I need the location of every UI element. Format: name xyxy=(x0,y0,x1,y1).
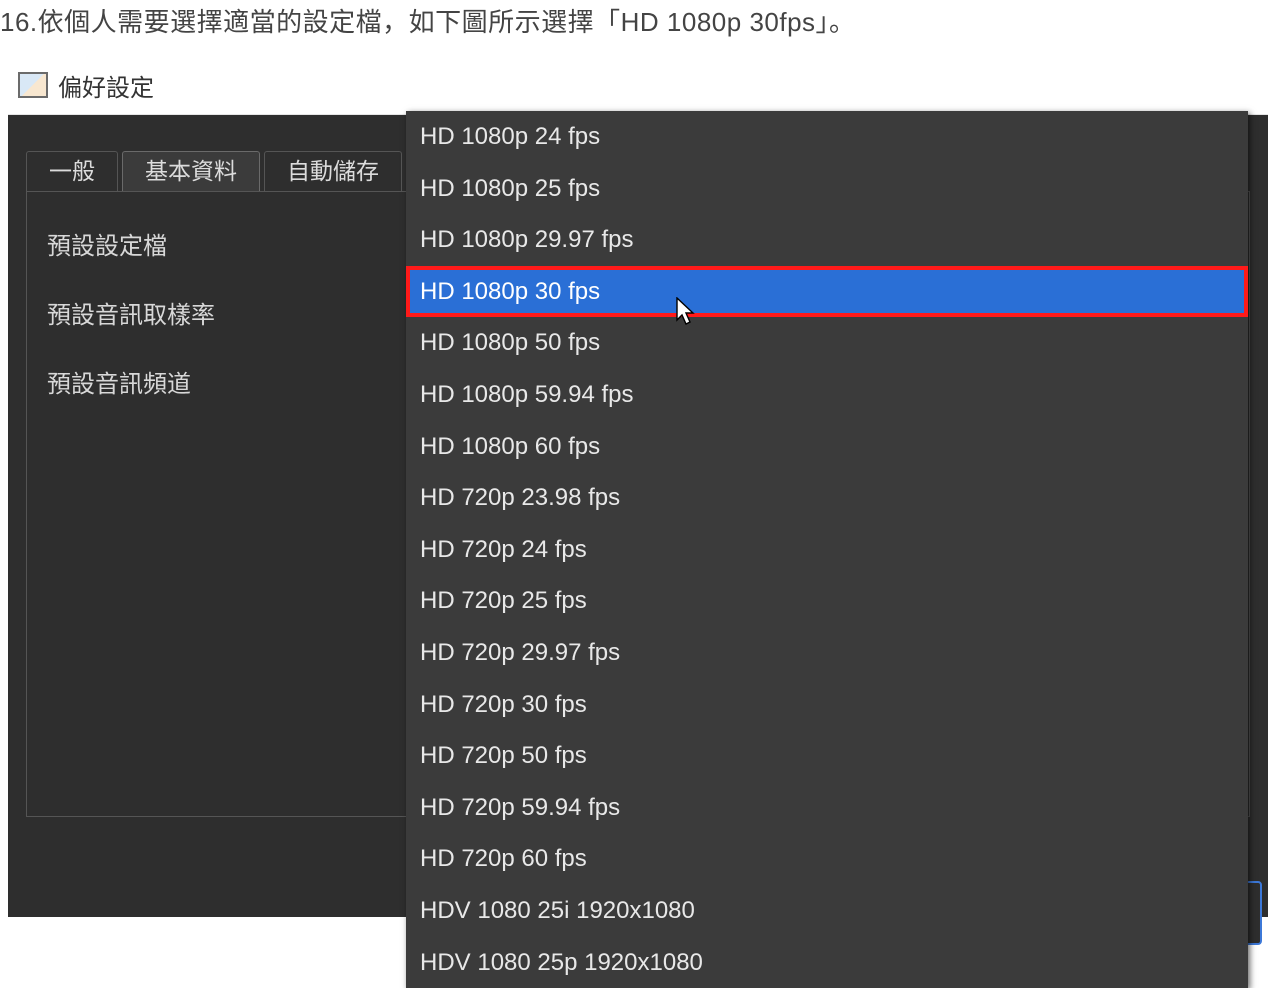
profile-option[interactable]: HD 1080p 60 fps xyxy=(406,421,1248,473)
profile-option[interactable]: HD 1080p 59.94 fps xyxy=(406,369,1248,421)
profile-option[interactable]: HD 1080p 25 fps xyxy=(406,163,1248,215)
window-body: 一般 基本資料 自動儲存 預設設定檔 預設音訊取樣率 預設音訊頻道 HD 108… xyxy=(8,115,1268,917)
profile-option[interactable]: HDV 1080 25i 1920x1080 xyxy=(406,885,1248,937)
instruction-text: 16.依個人需要選擇適當的設定檔，如下圖所示選擇「HD 1080p 30fps」… xyxy=(0,0,1274,47)
tab-general[interactable]: 一般 xyxy=(26,151,118,191)
profile-option[interactable]: HD 720p 29.97 fps xyxy=(406,627,1248,679)
profile-option[interactable]: HD 1080p 29.97 fps xyxy=(406,214,1248,266)
profile-dropdown-list[interactable]: HD 1080p 24 fpsHD 1080p 25 fpsHD 1080p 2… xyxy=(406,111,1248,988)
profile-option[interactable]: HDV 1080 25p 1920x1080 xyxy=(406,937,1248,988)
tab-basic[interactable]: 基本資料 xyxy=(122,151,260,191)
profile-option[interactable]: HD 720p 24 fps xyxy=(406,524,1248,576)
profile-option[interactable]: HD 1080p 30 fps xyxy=(406,266,1248,318)
profile-option[interactable]: HD 720p 25 fps xyxy=(406,575,1248,627)
profile-option[interactable]: HD 720p 59.94 fps xyxy=(406,782,1248,834)
titlebar: 偏好設定 xyxy=(8,56,1268,115)
profile-option[interactable]: HD 720p 50 fps xyxy=(406,730,1248,782)
profile-option[interactable]: HD 720p 23.98 fps xyxy=(406,472,1248,524)
window-title: 偏好設定 xyxy=(58,68,154,103)
profile-option[interactable]: HD 1080p 24 fps xyxy=(406,111,1248,163)
profile-option[interactable]: HD 720p 60 fps xyxy=(406,833,1248,885)
tab-autosave[interactable]: 自動儲存 xyxy=(264,151,402,191)
profile-option[interactable]: HD 1080p 50 fps xyxy=(406,317,1248,369)
app-icon xyxy=(18,72,48,98)
profile-option[interactable]: HD 720p 30 fps xyxy=(406,679,1248,731)
preferences-window: 偏好設定 一般 基本資料 自動儲存 預設設定檔 預設音訊取樣率 預設音訊頻道 H… xyxy=(8,56,1268,916)
